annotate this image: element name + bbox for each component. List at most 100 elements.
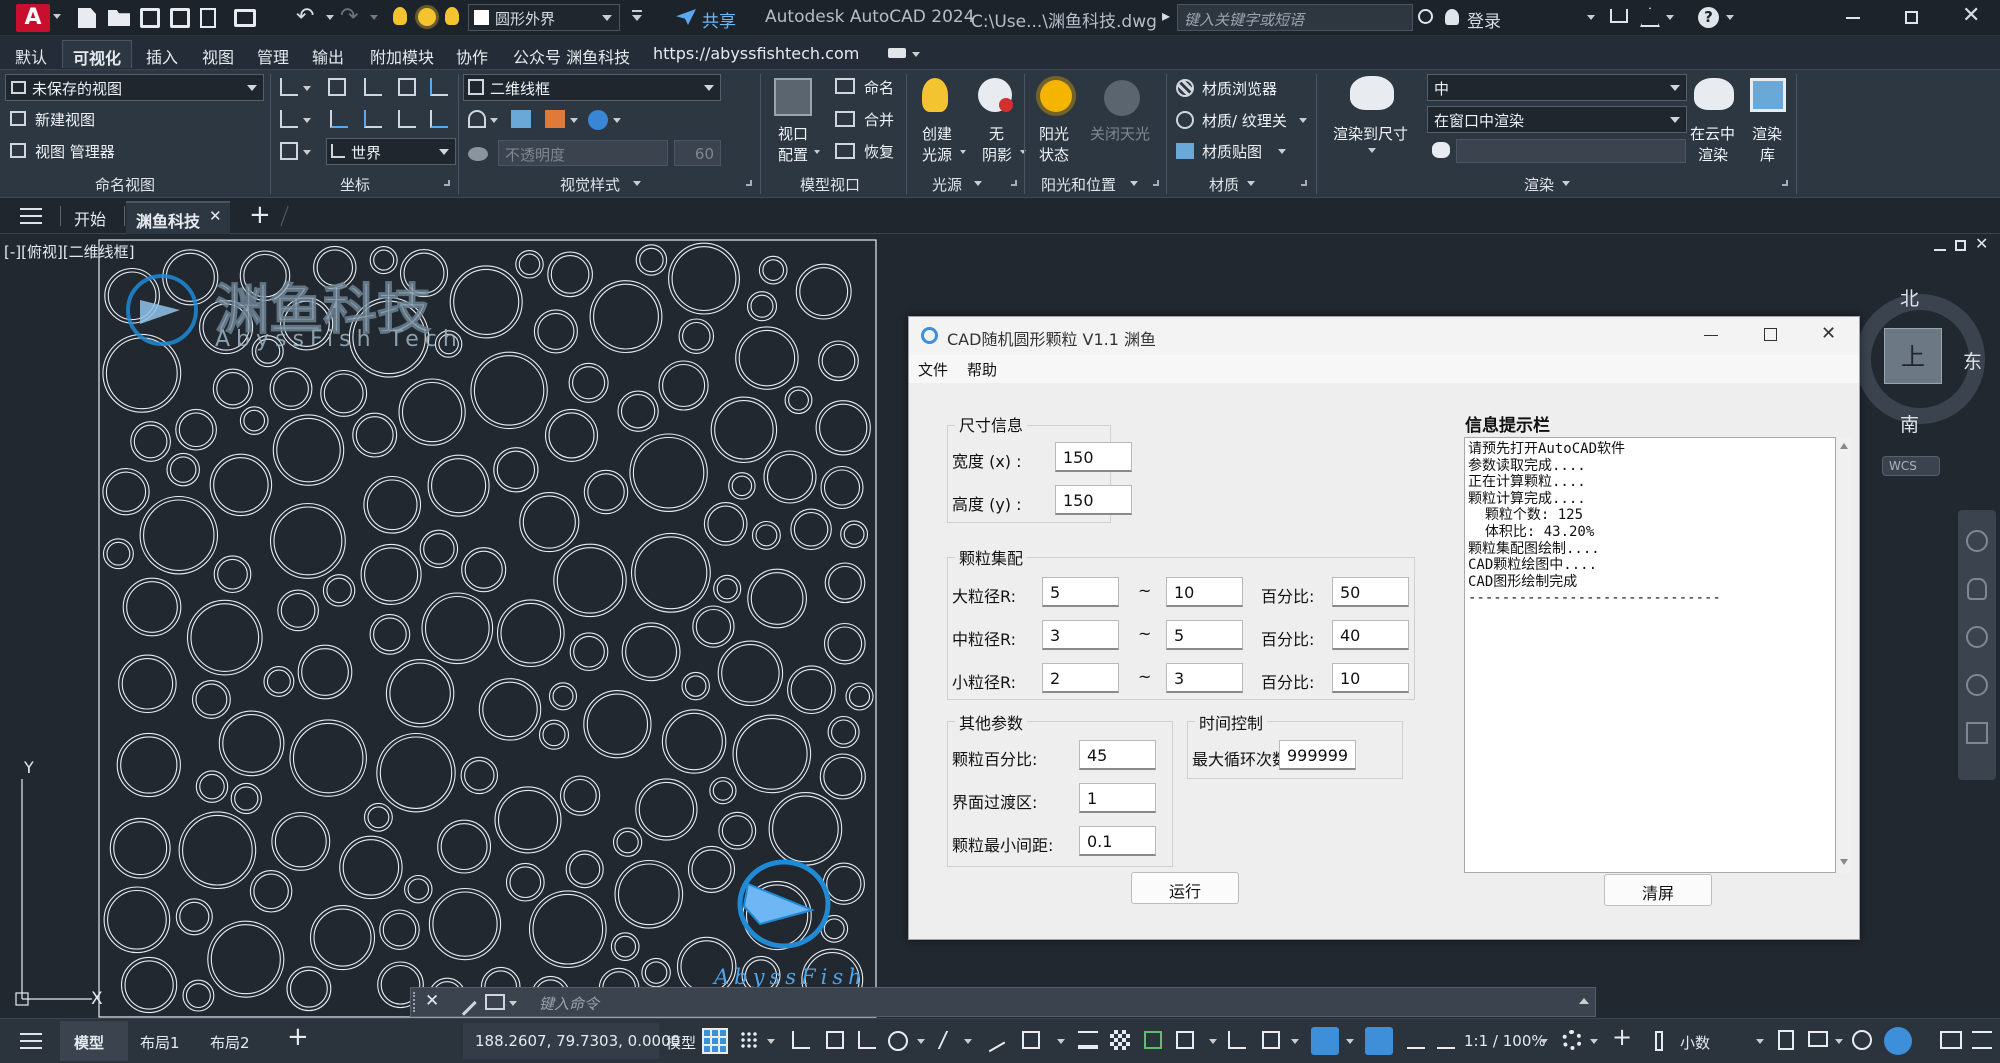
lock-ui-dropdown-icon[interactable] <box>1835 1039 1843 1044</box>
light-state-icon[interactable] <box>445 7 459 25</box>
minimize-icon[interactable] <box>1846 17 1860 19</box>
create-light-dropdown-icon[interactable] <box>960 150 966 154</box>
quick-properties-icon[interactable] <box>1778 1030 1794 1050</box>
object-snap-tracking-icon[interactable] <box>980 1027 1006 1053</box>
tab-active-document[interactable]: 渊鱼科技 ✕ <box>126 201 230 234</box>
ucs-3point-icon[interactable] <box>430 110 448 128</box>
ucs-icon[interactable] <box>280 78 298 96</box>
selection-cycling-icon[interactable] <box>1144 1031 1162 1049</box>
isodraft-icon[interactable] <box>937 1031 965 1049</box>
command-close-icon[interactable]: ✕ <box>425 991 439 1011</box>
height-input[interactable]: 150 <box>1055 485 1132 515</box>
scroll-down-icon[interactable] <box>1840 859 1848 865</box>
create-light-icon[interactable] <box>922 78 948 112</box>
render-launcher-icon[interactable] <box>1782 180 1788 186</box>
ucs-object-icon[interactable] <box>430 78 448 96</box>
run-button[interactable]: 运行 <box>1131 872 1239 904</box>
tab-website[interactable]: https://abyssfishtech.com <box>643 40 869 68</box>
viewcube-south[interactable]: 南 <box>1900 410 1919 437</box>
hamburger-icon[interactable] <box>20 208 42 224</box>
share-button[interactable]: 共享 <box>702 7 736 32</box>
annotation-scale-icon[interactable] <box>1437 1031 1455 1049</box>
sky-off-icon[interactable] <box>1104 80 1140 116</box>
tab-view[interactable]: 视图 <box>192 40 244 68</box>
clear-button[interactable]: 清屏 <box>1604 874 1712 906</box>
undo-dropdown-icon[interactable] <box>326 15 334 20</box>
sky-off-button[interactable]: 关闭天光 <box>1090 123 1150 144</box>
restore-viewport-button[interactable]: 恢复 <box>864 141 894 162</box>
ribbon-toggle-dropdown-icon[interactable] <box>912 52 920 57</box>
coords-display[interactable]: 188.2607, 79.7303, 0.0000 <box>463 1023 680 1059</box>
visual-styles-expand-icon[interactable] <box>633 181 641 186</box>
named-view-combo[interactable]: 未保存的视图 <box>5 74 264 101</box>
ucs-named-icon[interactable] <box>280 142 298 160</box>
isodraft-dropdown-icon[interactable] <box>964 1039 972 1044</box>
clean-screen-icon[interactable] <box>1940 1031 1962 1049</box>
command-history-icon[interactable] <box>485 994 505 1010</box>
layout-menu-icon[interactable] <box>20 1033 42 1049</box>
width-input[interactable]: 150 <box>1055 442 1132 472</box>
annotation-autoscale-icon[interactable] <box>1407 1031 1425 1049</box>
tab-manage[interactable]: 管理 <box>247 40 299 68</box>
workspace-gear-dropdown-icon[interactable] <box>1590 1039 1598 1044</box>
viewport-config-label-2[interactable]: 配置 <box>778 144 808 165</box>
materials-launcher-icon[interactable] <box>1301 180 1307 186</box>
ucs-world-combo[interactable]: 世界 <box>326 138 456 165</box>
medium-percent-input[interactable]: 40 <box>1332 620 1409 650</box>
plot-icon[interactable] <box>234 9 256 27</box>
medium-radius-min-input[interactable]: 3 <box>1042 620 1119 650</box>
annotation-visibility-icon[interactable] <box>1365 1027 1393 1055</box>
isolate-objects-icon[interactable] <box>1852 1030 1872 1050</box>
login-button[interactable]: 登录 <box>1467 7 1501 32</box>
large-radius-min-input[interactable]: 5 <box>1042 577 1119 607</box>
sun-status-label-2[interactable]: 状态 <box>1039 144 1069 165</box>
viewcube-east[interactable]: 东 <box>1963 347 1982 374</box>
cart-icon[interactable] <box>1610 9 1628 23</box>
viewcube-north[interactable]: 北 <box>1900 284 1919 311</box>
material-mapping-icon[interactable] <box>1176 143 1194 159</box>
lights-expand-icon[interactable] <box>974 181 982 186</box>
transparency-icon[interactable] <box>1110 1030 1130 1050</box>
command-history-dropdown-icon[interactable] <box>509 1001 517 1006</box>
grid-icon[interactable] <box>702 1028 728 1054</box>
viewcube-top-face[interactable]: 上 <box>1884 328 1942 384</box>
help-icon[interactable]: ? <box>1698 7 1719 28</box>
viewport-config-icon[interactable] <box>774 78 812 116</box>
search-field[interactable]: 键入关键字或短语 <box>1177 4 1413 31</box>
material-texture-dropdown-icon[interactable] <box>1299 118 1307 123</box>
units-dropdown-icon[interactable] <box>1756 1039 1764 1044</box>
steering-wheel-icon[interactable] <box>1966 530 1988 552</box>
material-browser-button[interactable]: 材质浏览器 <box>1202 78 1277 99</box>
large-percent-input[interactable]: 50 <box>1332 577 1409 607</box>
ribbon-toggle-icon[interactable] <box>888 48 906 58</box>
face-style-icon[interactable] <box>545 110 565 128</box>
orbit-icon[interactable] <box>1966 674 1988 696</box>
small-percent-input[interactable]: 10 <box>1332 663 1409 693</box>
material-texture-button[interactable]: 材质/ 纹理关 <box>1202 110 1287 131</box>
close-tab-icon[interactable]: ✕ <box>209 207 222 225</box>
login-dropdown-icon[interactable] <box>1587 15 1595 20</box>
3d-osnap-icon[interactable] <box>1176 1031 1194 1049</box>
snap-dropdown-icon[interactable] <box>767 1039 775 1044</box>
ortho-icon[interactable] <box>858 1031 876 1049</box>
gizmo-dropdown-icon[interactable] <box>1346 1039 1354 1044</box>
a360-icon[interactable] <box>1640 7 1660 27</box>
tab-addins[interactable]: 附加模块 <box>360 40 444 68</box>
snap-icon[interactable] <box>740 1031 758 1049</box>
render-teapot-icon[interactable] <box>1350 76 1394 110</box>
cloud-render-icon[interactable] <box>1694 78 1734 110</box>
menu-help[interactable]: 帮助 <box>967 359 997 380</box>
title-expand-icon[interactable]: ▸ <box>1162 6 1170 25</box>
add-layout-icon[interactable]: + <box>287 1022 309 1052</box>
ucs-named-dropdown-icon[interactable] <box>303 150 311 155</box>
opacity-icon[interactable] <box>468 147 488 161</box>
tab-layout1[interactable]: 布局1 <box>140 1032 180 1053</box>
shadow-label-1[interactable]: 无 <box>989 123 1004 144</box>
command-customize-icon[interactable] <box>451 990 477 1016</box>
annotation-scale[interactable]: 1:1 / 100% <box>1464 1032 1546 1050</box>
sun-launcher-icon[interactable] <box>1153 180 1159 186</box>
dialog-maximize-icon[interactable] <box>1764 328 1777 341</box>
dialog-close-icon[interactable]: ✕ <box>1821 323 1836 344</box>
dialog-titlebar[interactable]: CAD随机圆形颗粒 V1.1 渊鱼 ✕ <box>909 317 1859 355</box>
polar-dropdown-icon[interactable] <box>917 1039 925 1044</box>
